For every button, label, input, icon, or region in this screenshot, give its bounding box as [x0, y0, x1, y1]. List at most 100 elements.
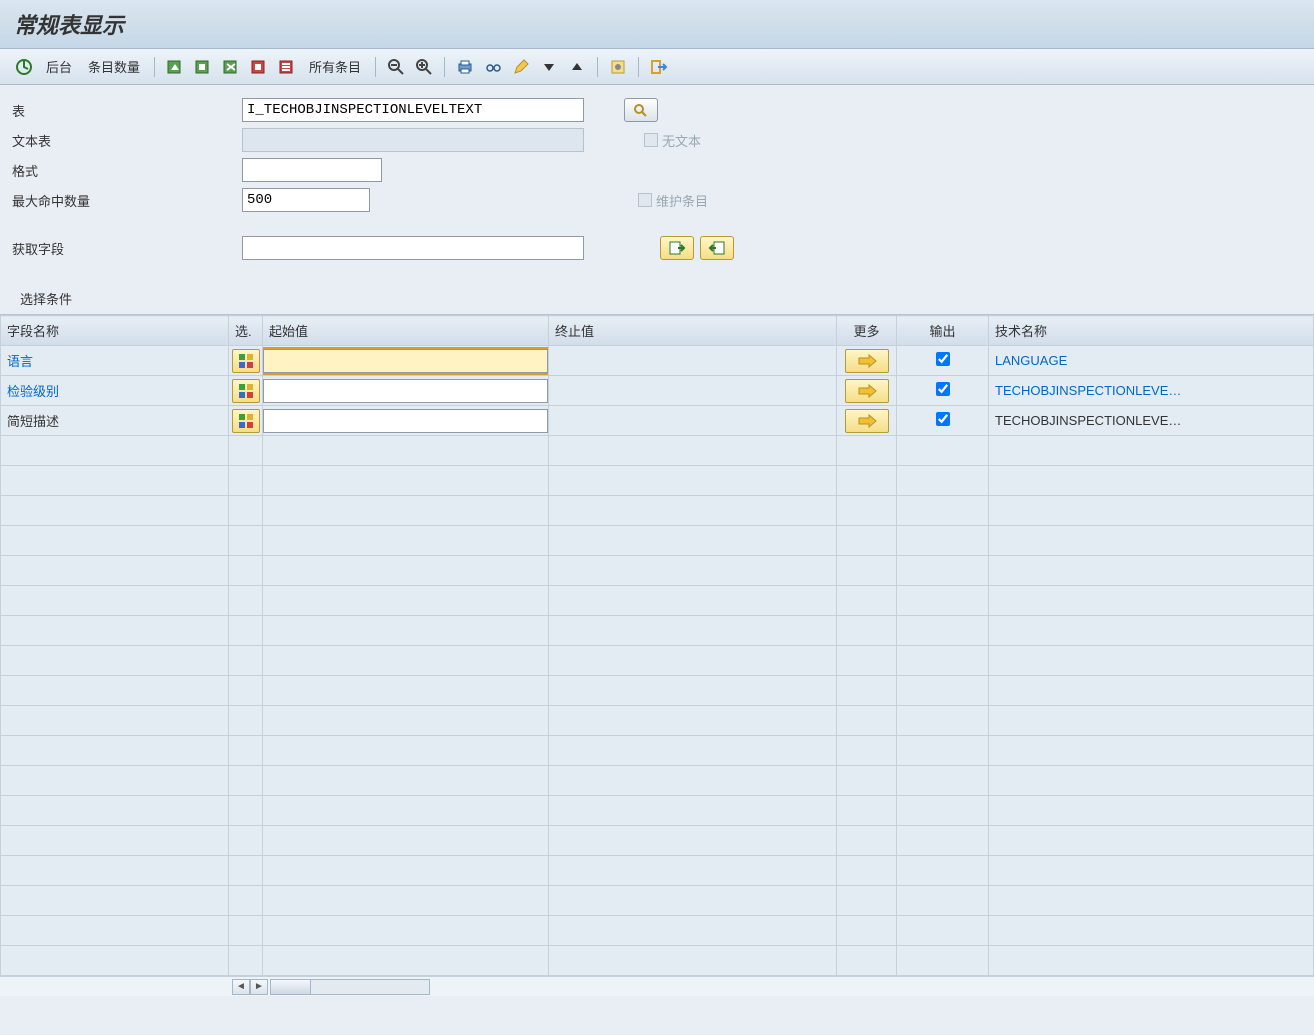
empty-cell	[897, 706, 989, 736]
max-hits-input[interactable]	[242, 188, 370, 212]
zoom-in-icon[interactable]	[412, 55, 436, 79]
empty-cell	[263, 466, 549, 496]
empty-cell	[837, 946, 897, 976]
empty-cell	[989, 496, 1314, 526]
empty-cell	[1, 796, 229, 826]
get-fields-input[interactable]	[242, 236, 584, 260]
dropdown-down-icon[interactable]	[537, 55, 561, 79]
title-bar: 常规表显示	[0, 0, 1314, 49]
empty-cell	[897, 616, 989, 646]
selection-grid: 字段名称 选. 起始值 终止值 更多 输出 技术名称 语言 LANGUAGE 检验级…	[0, 314, 1314, 996]
entry-count-button[interactable]: 条目数量	[82, 57, 146, 76]
output-checkbox[interactable]	[936, 412, 950, 426]
empty-cell	[837, 586, 897, 616]
empty-cell	[897, 856, 989, 886]
scroll-left-icon[interactable]: ◄	[232, 979, 250, 995]
tool-icon-3[interactable]	[219, 55, 243, 79]
more-options-button[interactable]	[845, 379, 889, 403]
empty-cell	[837, 886, 897, 916]
from-value-input[interactable]	[263, 379, 548, 403]
background-button[interactable]: 后台	[40, 57, 78, 76]
table-find-button[interactable]	[624, 98, 658, 122]
to-value-cell[interactable]	[549, 346, 837, 376]
form-area: 表 文本表 无文本 格式 最大命中数量 维护条目 获取字段	[0, 85, 1314, 275]
more-cell	[837, 406, 897, 436]
export-fields-button[interactable]	[700, 236, 734, 260]
all-entries-icon[interactable]	[275, 55, 299, 79]
toolbar-separator	[154, 57, 155, 77]
empty-cell	[837, 736, 897, 766]
field-name-cell: 简短描述	[1, 406, 229, 436]
exit-icon[interactable]	[647, 55, 671, 79]
table-row-empty	[1, 676, 1314, 706]
empty-cell	[229, 436, 263, 466]
to-value-cell[interactable]	[549, 406, 837, 436]
empty-cell	[1, 526, 229, 556]
scroll-track[interactable]	[270, 979, 430, 995]
empty-cell	[263, 886, 549, 916]
empty-cell	[549, 436, 837, 466]
all-entries-button[interactable]: 所有条目	[303, 57, 367, 76]
empty-cell	[549, 766, 837, 796]
from-value-input[interactable]	[263, 409, 548, 433]
execute-icon[interactable]	[12, 55, 36, 79]
field-name-cell[interactable]: 检验级别	[1, 376, 229, 406]
text-table-input	[242, 128, 584, 152]
output-checkbox[interactable]	[936, 352, 950, 366]
selection-option-button[interactable]	[232, 349, 260, 373]
empty-cell	[837, 916, 897, 946]
empty-cell	[549, 916, 837, 946]
import-fields-button[interactable]	[660, 236, 694, 260]
dropdown-up-icon[interactable]	[565, 55, 589, 79]
table-row-empty	[1, 916, 1314, 946]
glasses-icon[interactable]	[481, 55, 505, 79]
tool-icon-4[interactable]	[247, 55, 271, 79]
maintain-entries-checkbox: 维护条目	[638, 191, 708, 210]
table-input[interactable]	[242, 98, 584, 122]
empty-cell	[1, 436, 229, 466]
checkbox-icon	[644, 133, 658, 147]
table-row-empty	[1, 436, 1314, 466]
empty-cell	[229, 586, 263, 616]
table-row-empty	[1, 826, 1314, 856]
empty-cell	[263, 856, 549, 886]
empty-cell	[837, 796, 897, 826]
print-icon[interactable]	[453, 55, 477, 79]
empty-cell	[229, 826, 263, 856]
more-options-button[interactable]	[845, 349, 889, 373]
scroll-right-icon[interactable]: ►	[250, 979, 268, 995]
zoom-out-icon[interactable]	[384, 55, 408, 79]
empty-cell	[897, 886, 989, 916]
more-options-button[interactable]	[845, 409, 889, 433]
field-name-cell[interactable]: 语言	[1, 346, 229, 376]
tech-name-cell[interactable]: TECHOBJINSPECTIONLEVE…	[989, 376, 1314, 406]
tool-icon-2[interactable]	[191, 55, 215, 79]
from-value-input[interactable]	[263, 349, 548, 373]
horizontal-scrollbar[interactable]: ◄ ►	[0, 976, 1314, 996]
tool-icon-1[interactable]	[163, 55, 187, 79]
table-row-empty	[1, 496, 1314, 526]
settings-icon[interactable]	[606, 55, 630, 79]
grid-header-row: 字段名称 选. 起始值 终止值 更多 输出 技术名称	[1, 316, 1314, 346]
empty-cell	[1, 916, 229, 946]
tech-name-cell[interactable]: LANGUAGE	[989, 346, 1314, 376]
scroll-thumb[interactable]	[271, 980, 311, 994]
selection-option-cell	[229, 346, 263, 376]
empty-cell	[263, 646, 549, 676]
selection-option-button[interactable]	[232, 379, 260, 403]
empty-cell	[263, 766, 549, 796]
empty-cell	[549, 856, 837, 886]
empty-cell	[1, 856, 229, 886]
from-value-cell	[263, 376, 549, 406]
pencil-icon[interactable]	[509, 55, 533, 79]
table-row-empty	[1, 556, 1314, 586]
empty-cell	[1, 736, 229, 766]
selection-option-button[interactable]	[232, 409, 260, 433]
output-checkbox[interactable]	[936, 382, 950, 396]
to-value-cell[interactable]	[549, 376, 837, 406]
table-row-empty	[1, 886, 1314, 916]
toolbar-separator	[444, 57, 445, 77]
empty-cell	[897, 436, 989, 466]
empty-cell	[1, 556, 229, 586]
format-input[interactable]	[242, 158, 382, 182]
